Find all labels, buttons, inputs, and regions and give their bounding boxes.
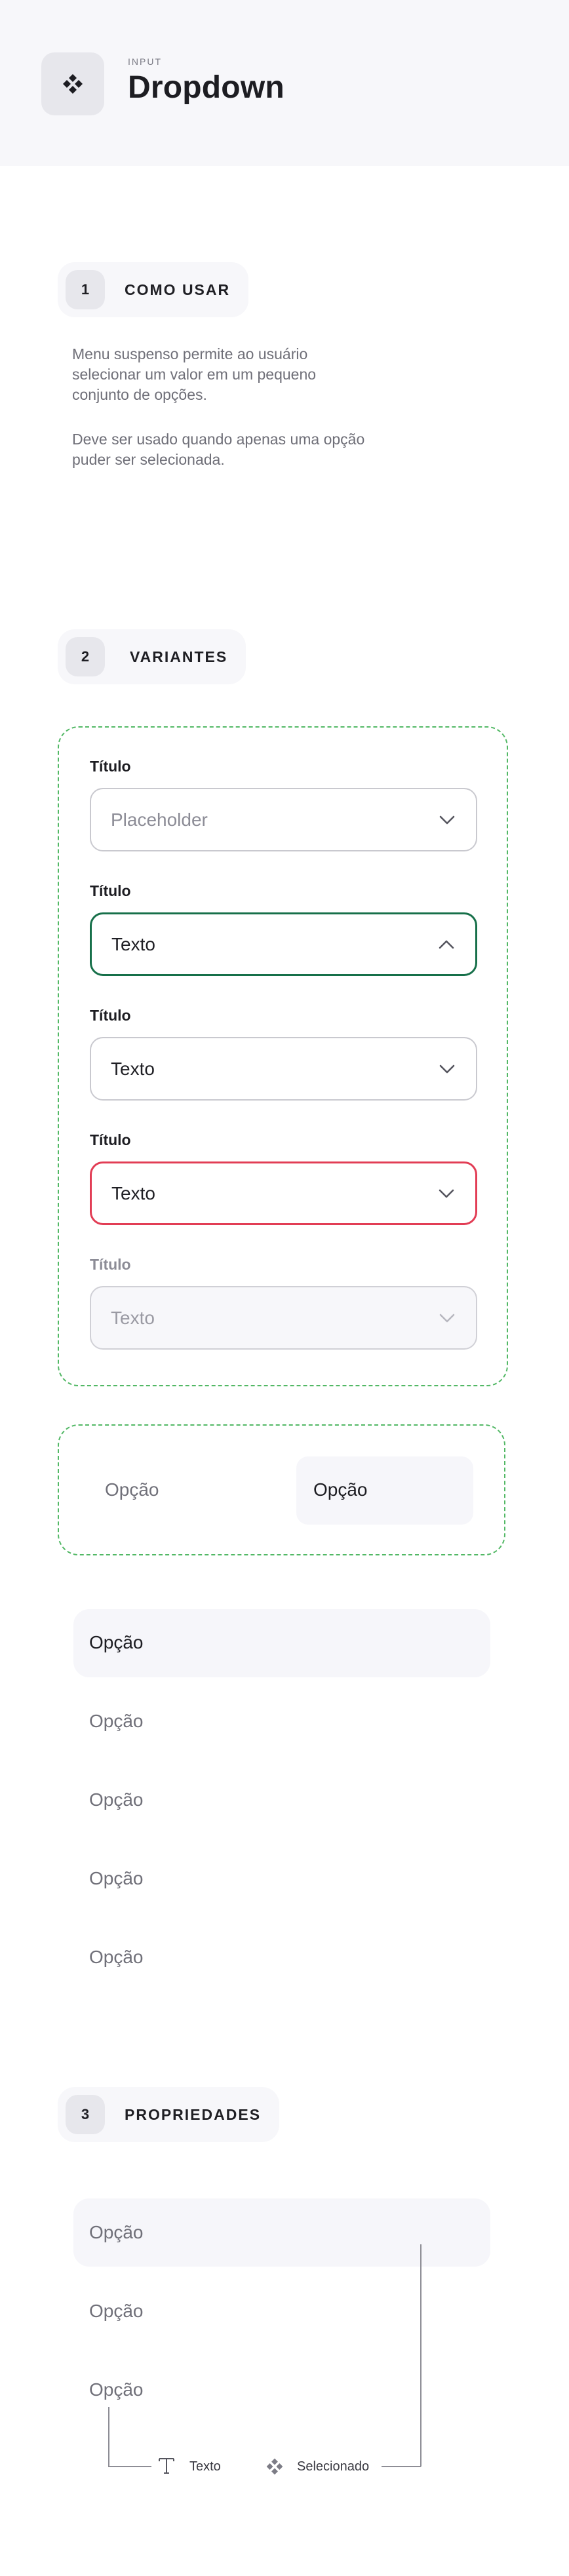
text-t-icon bbox=[159, 2458, 174, 2474]
field-label: Título bbox=[90, 882, 131, 899]
dropdown-disabled: Texto bbox=[90, 1286, 477, 1350]
component-diamond-icon bbox=[266, 2458, 283, 2475]
page: INPUT Dropdown 1 COMO USAR Menu suspenso… bbox=[0, 0, 569, 2576]
field-label: Título bbox=[90, 1256, 131, 1273]
annotation-selected-label: Selecionado bbox=[297, 2459, 370, 2474]
field-label: Título bbox=[90, 1007, 131, 1024]
dropdown-value: Placeholder bbox=[111, 809, 208, 830]
option-default[interactable]: Opção bbox=[105, 1479, 159, 1500]
section-title: VARIANTES bbox=[130, 648, 228, 665]
section-number: 2 bbox=[66, 637, 105, 676]
dropdown-value: Texto bbox=[111, 1182, 155, 1203]
usage-paragraph: Deve ser usado quando apenas uma opção p… bbox=[72, 431, 365, 468]
dropdown-error[interactable]: Texto bbox=[90, 1161, 477, 1225]
chevron-down-icon bbox=[438, 1309, 456, 1327]
annotation-line bbox=[420, 2244, 422, 2467]
section-title: PROPRIEDADES bbox=[125, 2105, 262, 2123]
chevron-down-icon bbox=[437, 1184, 456, 1203]
annotation-line bbox=[108, 2407, 109, 2466]
option-selected[interactable]: Opção bbox=[313, 1479, 368, 1500]
menu-item[interactable]: Opção bbox=[89, 1711, 144, 1732]
dropdown-placeholder[interactable]: Placeholder bbox=[90, 788, 477, 851]
property-item: Opção bbox=[89, 2301, 144, 2321]
section-chip-variants: 2 VARIANTES bbox=[58, 629, 246, 684]
section-number: 1 bbox=[66, 270, 105, 309]
chevron-down-icon bbox=[438, 1060, 456, 1078]
menu-item[interactable]: Opção bbox=[89, 1868, 144, 1889]
component-category: INPUT bbox=[128, 56, 162, 67]
page-title: Dropdown bbox=[128, 70, 284, 105]
dropdown-value: Texto bbox=[111, 1307, 155, 1328]
section-chip-usage: 1 COMO USAR bbox=[58, 262, 249, 317]
chevron-up-icon bbox=[437, 935, 456, 954]
dropdown-open[interactable]: Texto bbox=[90, 912, 477, 976]
dropdown-value: Texto bbox=[111, 933, 155, 954]
section-number: 3 bbox=[66, 2095, 105, 2134]
dropdown-value: Texto bbox=[111, 1058, 155, 1079]
field-label: Título bbox=[90, 1131, 131, 1148]
property-item: Opção bbox=[89, 2379, 144, 2400]
menu-item[interactable]: Opção bbox=[89, 1789, 144, 1810]
component-diamond-icon bbox=[63, 74, 83, 94]
section-chip-properties: 3 PROPRIEDADES bbox=[58, 2087, 280, 2142]
section-title: COMO USAR bbox=[125, 281, 231, 298]
menu-item[interactable]: Opção bbox=[89, 1947, 144, 1968]
dropdown-default[interactable]: Texto bbox=[90, 1037, 477, 1101]
annotation-line bbox=[382, 2466, 421, 2467]
component-icon-tile bbox=[41, 52, 104, 115]
annotation-line bbox=[108, 2466, 151, 2467]
property-item: Opção bbox=[89, 2222, 144, 2242]
annotation-text-label: Texto bbox=[189, 2459, 221, 2474]
field-label: Título bbox=[90, 758, 131, 775]
menu-item[interactable]: Opção bbox=[89, 1632, 144, 1653]
usage-paragraph: Menu suspenso permite ao usuário selecio… bbox=[72, 345, 317, 403]
chevron-down-icon bbox=[438, 811, 456, 829]
page-header: INPUT Dropdown bbox=[0, 0, 569, 166]
